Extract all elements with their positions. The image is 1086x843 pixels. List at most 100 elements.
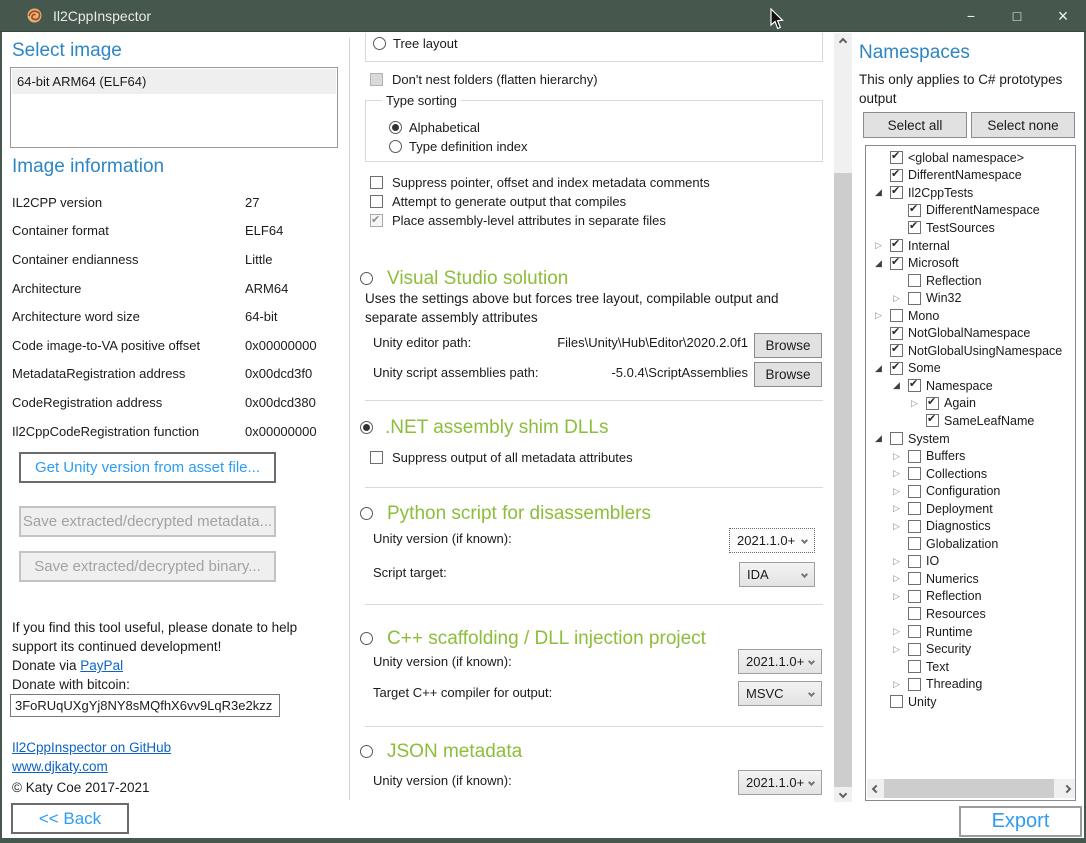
tree-checkbox[interactable] [908, 643, 921, 656]
python-unity-version-combo[interactable]: 2021.1.0+ [729, 528, 815, 553]
tree-checkbox[interactable] [890, 309, 903, 322]
tree-checkbox[interactable] [890, 695, 903, 708]
tree-checkbox[interactable] [890, 239, 903, 252]
suppress-pointer-checkbox[interactable] [370, 176, 383, 189]
tree-checkbox[interactable] [890, 257, 903, 270]
image-list-item[interactable]: 64-bit ARM64 (ELF64) [12, 69, 336, 94]
export-button[interactable]: Export [959, 806, 1082, 837]
tree-checkbox[interactable] [908, 520, 921, 533]
expander-collapsed-icon[interactable]: ▷ [893, 626, 908, 637]
tree-checkbox[interactable] [890, 432, 903, 445]
browse-assemblies-path-button[interactable]: Browse [754, 362, 822, 387]
back-button[interactable]: << Back [11, 803, 129, 834]
assembly-attrs-checkbox[interactable] [370, 214, 383, 227]
python-script-radio[interactable] [360, 507, 373, 520]
cpp-compiler-combo[interactable]: MSVC [738, 681, 822, 706]
expander-collapsed-icon[interactable]: ▷ [893, 591, 908, 602]
expander-collapsed-icon[interactable]: ▷ [893, 468, 908, 479]
expander-collapsed-icon[interactable]: ▷ [893, 521, 908, 532]
scrollbar-thumb[interactable] [834, 173, 852, 787]
tree-item[interactable]: ◢Some [866, 360, 1075, 378]
tree-checkbox[interactable] [908, 625, 921, 638]
tree-item[interactable]: ▷Security [866, 640, 1075, 658]
tree-checkbox[interactable] [926, 397, 939, 410]
expander-collapsed-icon[interactable]: ▷ [893, 679, 908, 690]
tree-checkbox[interactable] [890, 186, 903, 199]
minimize-button[interactable]: − [948, 0, 994, 32]
tree-item[interactable]: ▷Numerics [866, 570, 1075, 588]
expander-collapsed-icon[interactable]: ▷ [893, 486, 908, 497]
shim-dlls-radio[interactable] [360, 421, 373, 434]
namespaces-tree[interactable]: <global namespace>DifferentNamespace◢Il2… [865, 145, 1076, 801]
image-listbox[interactable]: 64-bit ARM64 (ELF64) [10, 67, 338, 148]
tree-item[interactable]: ◢Il2CppTests [866, 184, 1075, 202]
tree-checkbox[interactable] [890, 362, 903, 375]
save-binary-button[interactable]: Save extracted/decrypted binary... [19, 551, 276, 582]
attempt-compile-checkbox[interactable] [370, 195, 383, 208]
get-unity-version-button[interactable]: Get Unity version from asset file... [19, 452, 276, 483]
expander-collapsed-icon[interactable]: ▷ [893, 644, 908, 655]
cpp-scaffolding-radio[interactable] [360, 632, 373, 645]
expander-collapsed-icon[interactable]: ▷ [893, 503, 908, 514]
tree-item[interactable]: ▷Reflection [866, 588, 1075, 606]
tree-checkbox[interactable] [890, 344, 903, 357]
tree-item[interactable]: ▷Internal [866, 237, 1075, 255]
expander-expanded-icon[interactable]: ◢ [875, 187, 890, 198]
tree-item[interactable]: ◢Namespace [866, 377, 1075, 395]
tree-checkbox[interactable] [908, 590, 921, 603]
tree-item[interactable]: ▷Mono [866, 307, 1075, 325]
expander-collapsed-icon[interactable]: ▷ [893, 451, 908, 462]
expander-collapsed-icon[interactable]: ▷ [875, 310, 890, 321]
save-metadata-button[interactable]: Save extracted/decrypted metadata... [19, 506, 276, 537]
tree-item[interactable]: ▷Again [866, 395, 1075, 413]
unity-assemblies-path-input[interactable]: -5.0.4\ScriptAssemblies [542, 364, 748, 382]
close-button[interactable]: × [1040, 0, 1086, 32]
tree-checkbox[interactable] [908, 572, 921, 585]
scroll-up-button[interactable] [834, 33, 852, 50]
tree-checkbox[interactable] [908, 607, 921, 620]
tree-item[interactable]: SameLeafName [866, 412, 1075, 430]
tree-item[interactable]: ▷Deployment [866, 500, 1075, 518]
tree-item[interactable]: Text [866, 658, 1075, 676]
script-target-combo[interactable]: IDA [739, 562, 815, 587]
tree-checkbox[interactable] [890, 151, 903, 164]
tree-item[interactable]: ◢Microsoft [866, 254, 1075, 272]
tree-item[interactable]: ▷Buffers [866, 447, 1075, 465]
expander-expanded-icon[interactable]: ◢ [893, 380, 908, 391]
tree-checkbox[interactable] [908, 485, 921, 498]
visual-studio-radio[interactable] [360, 272, 373, 285]
tree-item[interactable]: DifferentNamespace [866, 167, 1075, 185]
tree-layout-radio[interactable] [373, 37, 386, 50]
tree-checkbox[interactable] [908, 450, 921, 463]
tree-item[interactable]: NotGlobalNamespace [866, 324, 1075, 342]
tree-item[interactable]: Unity [866, 693, 1075, 711]
tree-checkbox[interactable] [908, 274, 921, 287]
scroll-right-button[interactable] [1058, 779, 1075, 798]
scroll-down-button[interactable] [834, 785, 852, 802]
dont-nest-checkbox[interactable] [370, 73, 383, 86]
website-link[interactable]: www.djkaty.com [12, 759, 108, 774]
tree-item[interactable]: ▷Diagnostics [866, 517, 1075, 535]
expander-collapsed-icon[interactable]: ▷ [893, 556, 908, 567]
tree-checkbox[interactable] [890, 327, 903, 340]
tree-checkbox[interactable] [908, 555, 921, 568]
tree-item[interactable]: Reflection [866, 272, 1075, 290]
expander-collapsed-icon[interactable]: ▷ [911, 398, 926, 409]
select-all-button[interactable]: Select all [863, 112, 967, 138]
options-scrollbar[interactable] [834, 33, 852, 802]
tree-item[interactable]: DifferentNamespace [866, 202, 1075, 220]
scrollbar-thumb[interactable] [884, 779, 1054, 798]
tree-checkbox[interactable] [908, 537, 921, 550]
tree-item[interactable]: ◢System [866, 430, 1075, 448]
tree-checkbox[interactable] [926, 414, 939, 427]
tree-checkbox[interactable] [908, 660, 921, 673]
tree-horizontal-scrollbar[interactable] [867, 779, 1075, 798]
expander-expanded-icon[interactable]: ◢ [875, 433, 890, 444]
tree-checkbox[interactable] [908, 502, 921, 515]
maximize-button[interactable]: □ [994, 0, 1040, 32]
unity-editor-path-input[interactable]: Files\Unity\Hub\Editor\2020.2.0f1 [542, 334, 748, 352]
expander-collapsed-icon[interactable]: ▷ [875, 240, 890, 251]
tree-item[interactable]: NotGlobalUsingNamespace [866, 342, 1075, 360]
tree-checkbox[interactable] [908, 221, 921, 234]
tree-item[interactable]: ▷Win32 [866, 289, 1075, 307]
